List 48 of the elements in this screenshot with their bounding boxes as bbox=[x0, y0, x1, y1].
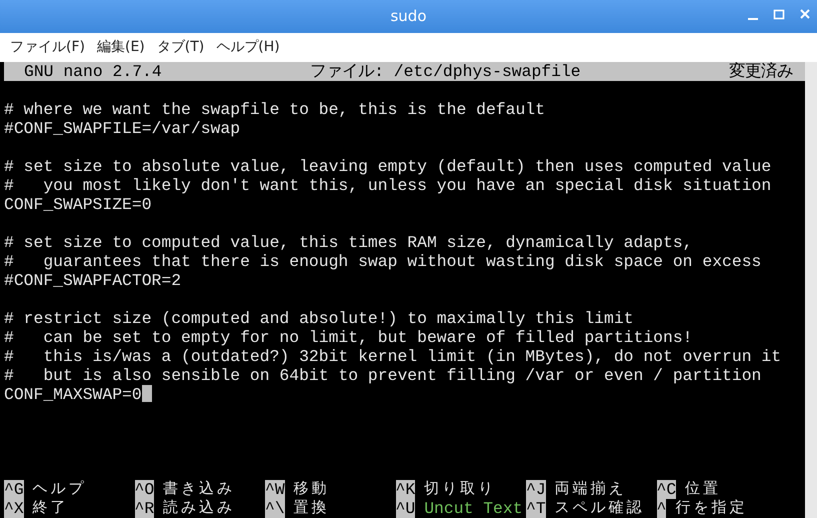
menu-item[interactable]: ヘルプ(H) bbox=[210, 35, 286, 60]
shortcut-key: ^J bbox=[526, 480, 546, 499]
shortcut-key: ^T bbox=[526, 499, 546, 518]
window-title: sudo bbox=[390, 6, 427, 28]
shortcut-key: ^K bbox=[396, 480, 416, 499]
shortcut-label: Uncut Text bbox=[424, 499, 523, 518]
code-line: CONF_MAXSWAP=0 bbox=[4, 385, 142, 404]
shortcut-key: ^R bbox=[134, 499, 154, 518]
menu-item[interactable]: タブ(T) bbox=[150, 35, 210, 60]
menu-item[interactable]: 編集(E) bbox=[90, 35, 151, 60]
code-line: # guarantees that there is enough swap without wasting disk space on excess bbox=[4, 252, 762, 271]
code-line: CONF_SWAPSIZE=0 bbox=[4, 195, 152, 214]
shortcut-key: ^\ bbox=[265, 499, 285, 518]
editor-version: GNU nano 2.7.4 bbox=[24, 62, 162, 81]
shortcut-key: ^U bbox=[396, 499, 416, 518]
code-line: #CONF_SWAPFILE=/var/swap bbox=[4, 119, 240, 138]
shortcut-label: 行を指定 bbox=[675, 499, 748, 518]
shortcut-key: ^X bbox=[4, 499, 24, 518]
shortcut-label: ヘルプ bbox=[32, 480, 87, 499]
shortcut-label: 位置 bbox=[685, 480, 722, 499]
code-line: # restrict size (computed and absolute!) to maximally this limit bbox=[4, 309, 634, 328]
text-cursor bbox=[142, 385, 152, 402]
code-line: # but is also sensible on 64bit to prevent filling /var or even / partition bbox=[4, 366, 762, 385]
scrollbar[interactable] bbox=[805, 62, 817, 518]
shortcut-label: 書き込み bbox=[163, 480, 236, 499]
maximize-icon[interactable] bbox=[773, 8, 785, 22]
shortcut-key: ^O bbox=[134, 480, 154, 499]
shortcut-label: 終了 bbox=[32, 499, 69, 518]
shortcut-key: ^W bbox=[265, 480, 285, 499]
shortcut-label: 両端揃え bbox=[554, 480, 627, 499]
shortcut-label: 読み込み bbox=[163, 499, 236, 518]
shortcut-key: ^C bbox=[656, 480, 676, 499]
code-line: # you most likely don't want this, unless you have an special disk situation bbox=[4, 176, 772, 195]
menu-item[interactable]: ファイル(F) bbox=[4, 35, 91, 60]
shortcut-label: 移動 bbox=[294, 480, 330, 499]
shortcut-key: ^G bbox=[4, 480, 24, 499]
file-name: ファイル: /etc/dphys-swapfile bbox=[310, 62, 581, 81]
shortcut-label: スペル確認 bbox=[554, 499, 645, 518]
code-line: # set size to computed value, this times RAM size, dynamically adapts, bbox=[4, 233, 693, 252]
code-line: # this is/was a (outdated?) 32bit kernel limit (in MBytes), do not overrun it bbox=[4, 347, 782, 366]
shortcut-label: 置換 bbox=[294, 499, 330, 518]
modified-status: 変更済み bbox=[729, 62, 793, 81]
shortcut-key: ^ bbox=[656, 499, 666, 518]
code-line: # can be set to empty for no limit, but beware of filled partitions! bbox=[4, 328, 693, 347]
code-line: #CONF_SWAPFACTOR=2 bbox=[4, 271, 182, 290]
code-line: # set size to absolute value, leaving empty (default) then uses computed value bbox=[4, 157, 772, 176]
shortcut-label: 切り取り bbox=[424, 480, 496, 499]
code-line: # where we want the swapfile to be, this is the default bbox=[4, 100, 545, 119]
